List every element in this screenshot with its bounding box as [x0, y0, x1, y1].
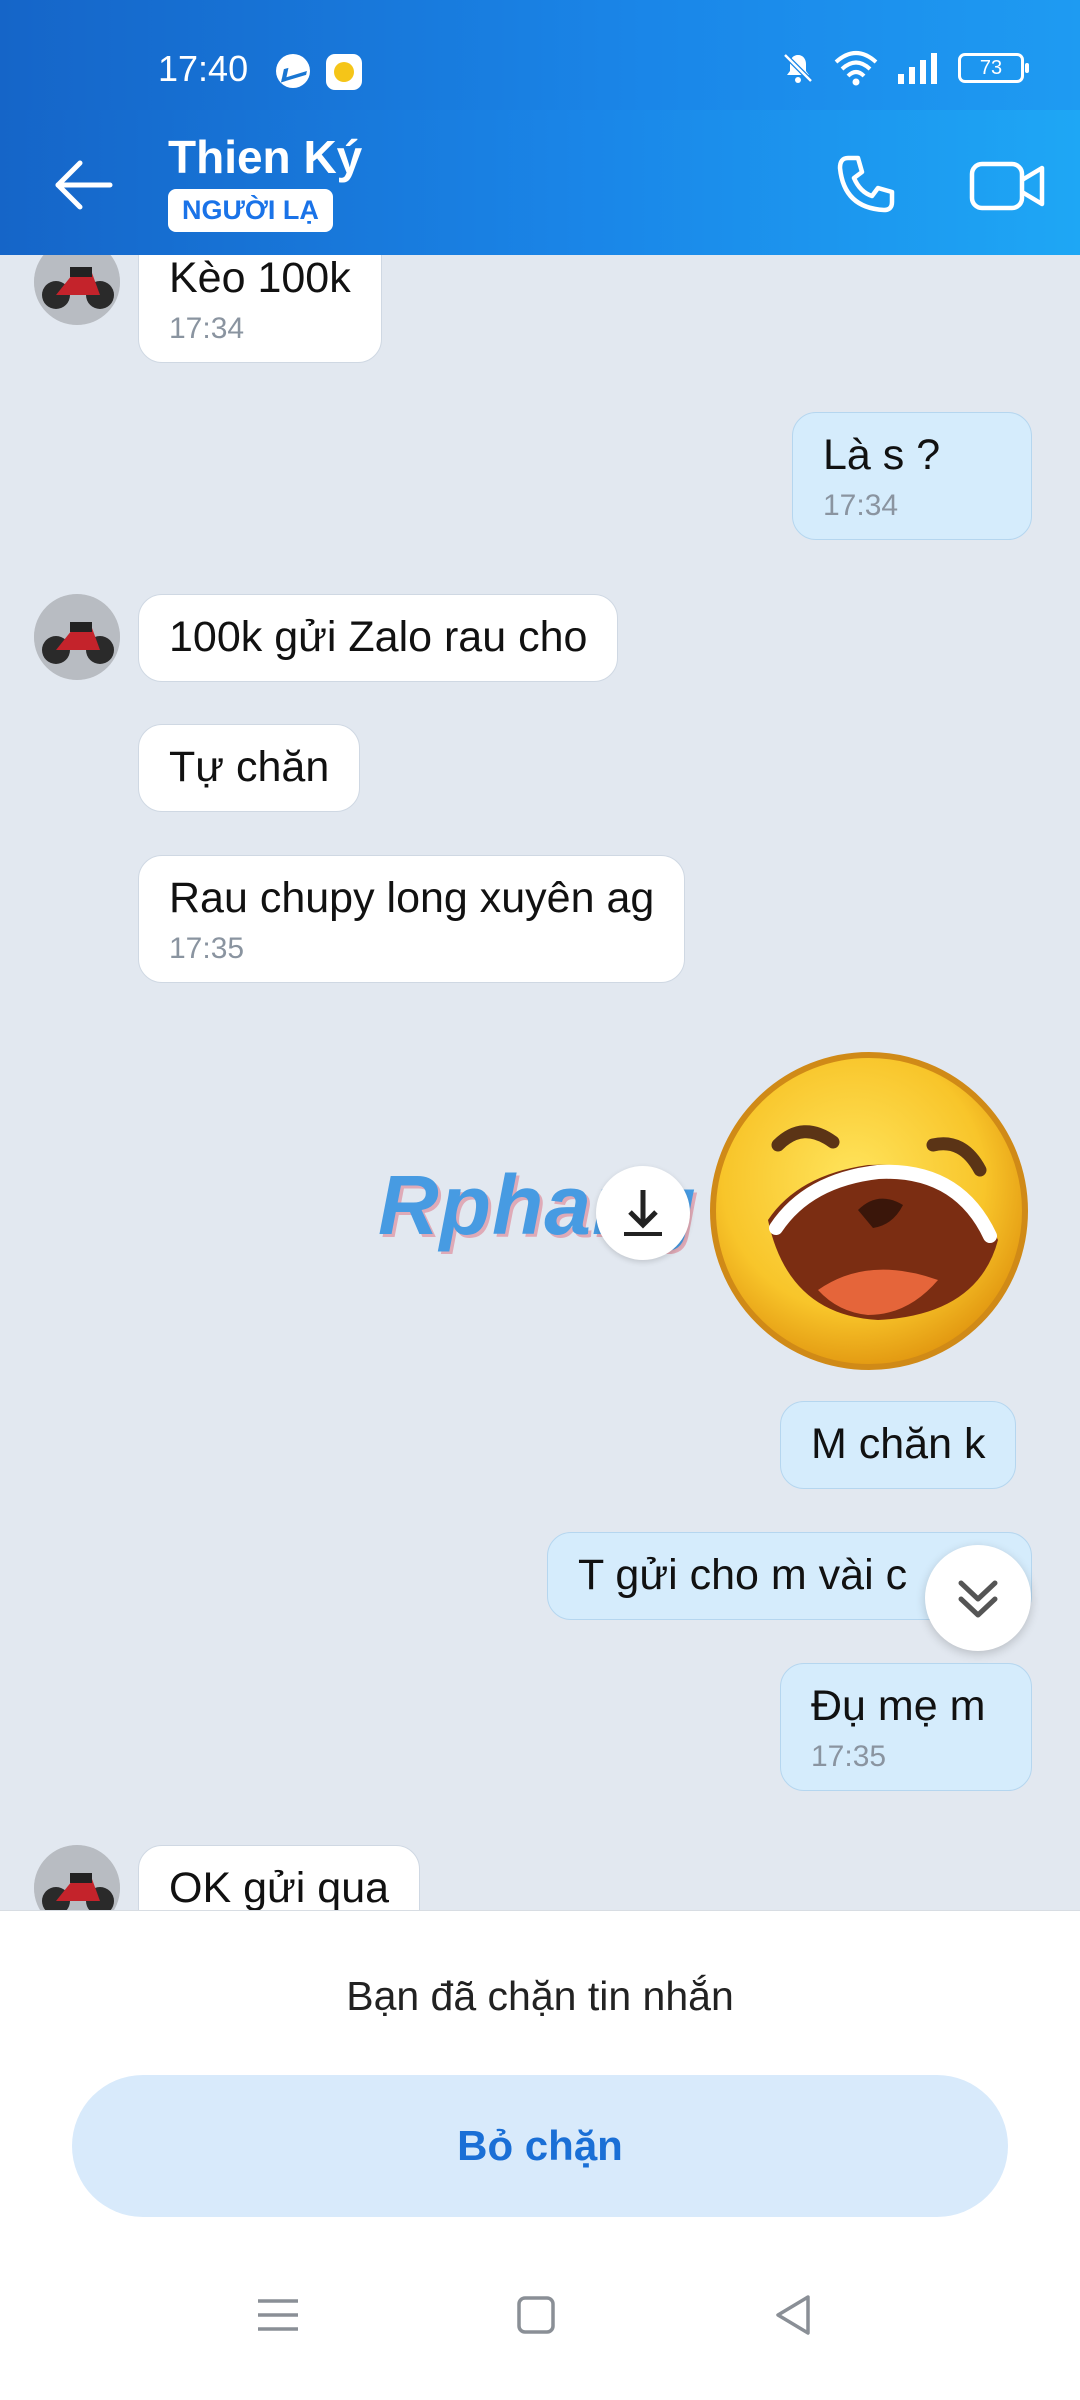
unblock-button[interactable]: Bỏ chặn [72, 2075, 1008, 2217]
incoming-message[interactable]: Kèo 100k 17:34 [138, 255, 382, 363]
home-button[interactable] [506, 2285, 566, 2345]
stranger-badge: NGƯỜI LẠ [168, 189, 333, 232]
outgoing-message[interactable]: M chăn k [780, 1401, 1017, 1489]
outgoing-message[interactable]: Đụ mẹ m 17:35 [780, 1663, 1032, 1791]
back-button[interactable] [50, 150, 120, 220]
navigation-bar [0, 2230, 1080, 2400]
download-sticker-button[interactable] [596, 1166, 690, 1260]
incoming-message[interactable]: 100k gửi Zalo rau cho [138, 594, 619, 682]
video-call-button[interactable] [968, 150, 1048, 220]
message-text: Rau chupy long xuyên ag [169, 874, 655, 922]
back-nav-button[interactable] [764, 2285, 824, 2345]
phone-icon [837, 155, 895, 213]
battery-icon: 73 [958, 53, 1029, 83]
status-icons: 73 [780, 50, 1029, 86]
wifi-icon [834, 50, 878, 86]
message-text: 100k gửi Zalo rau cho [169, 613, 588, 661]
download-icon [624, 1190, 662, 1236]
message-text: OK gửi qua [169, 1864, 390, 1910]
voice-call-button[interactable] [830, 150, 900, 220]
triangle-back-icon [776, 2295, 810, 2335]
status-time: 17:40 [158, 48, 249, 89]
arrow-left-icon [55, 160, 113, 210]
chat-header: Thien Ký NGƯỜI LẠ [0, 110, 1080, 255]
message-text: Đụ mẹ m [811, 1682, 986, 1730]
message-time: 17:34 [823, 489, 899, 522]
scroll-to-bottom-button[interactable] [925, 1545, 1031, 1651]
app-notification-icon [326, 54, 362, 90]
message-time: 17:35 [169, 932, 245, 965]
message-text: Tự chăn [169, 743, 330, 791]
message-text: Kèo 100k [169, 255, 351, 302]
contact-name[interactable]: Thien Ký [168, 130, 362, 184]
message-time: 17:35 [811, 1740, 887, 1773]
recent-apps-button[interactable] [248, 2285, 308, 2345]
incoming-message[interactable]: Rau chupy long xuyên ag 17:35 [138, 855, 686, 983]
messenger-icon [276, 54, 310, 88]
incoming-message[interactable]: OK gửi qua [138, 1845, 421, 1910]
message-time: 17:34 [169, 312, 245, 345]
menu-icon [258, 2299, 298, 2331]
contact-avatar[interactable] [34, 1845, 120, 1910]
blocked-notice: Bạn đã chặn tin nhắn [346, 1973, 734, 2019]
laughing-emoji-sticker[interactable] [708, 1050, 1030, 1372]
message-text: Là s ? [823, 431, 941, 479]
blocked-panel: Bạn đã chặn tin nhắn Bỏ chặn [0, 1910, 1080, 2230]
video-camera-icon [969, 161, 1045, 211]
signal-icon [896, 50, 940, 86]
square-icon [517, 2296, 555, 2334]
incoming-message[interactable]: Tự chăn [138, 724, 361, 812]
outgoing-message[interactable]: Là s ? 17:34 [792, 412, 1032, 540]
mute-icon [780, 50, 816, 86]
status-bar: 17:40 73 [0, 0, 1080, 110]
contact-avatar[interactable] [34, 594, 120, 680]
message-text: M chăn k [811, 1420, 986, 1468]
contact-avatar[interactable] [34, 255, 120, 325]
double-chevron-down-icon [958, 1580, 998, 1618]
message-list[interactable]: Kèo 100k 17:34 Là s ? 17:34 100k gửi Zal… [0, 255, 1080, 1910]
